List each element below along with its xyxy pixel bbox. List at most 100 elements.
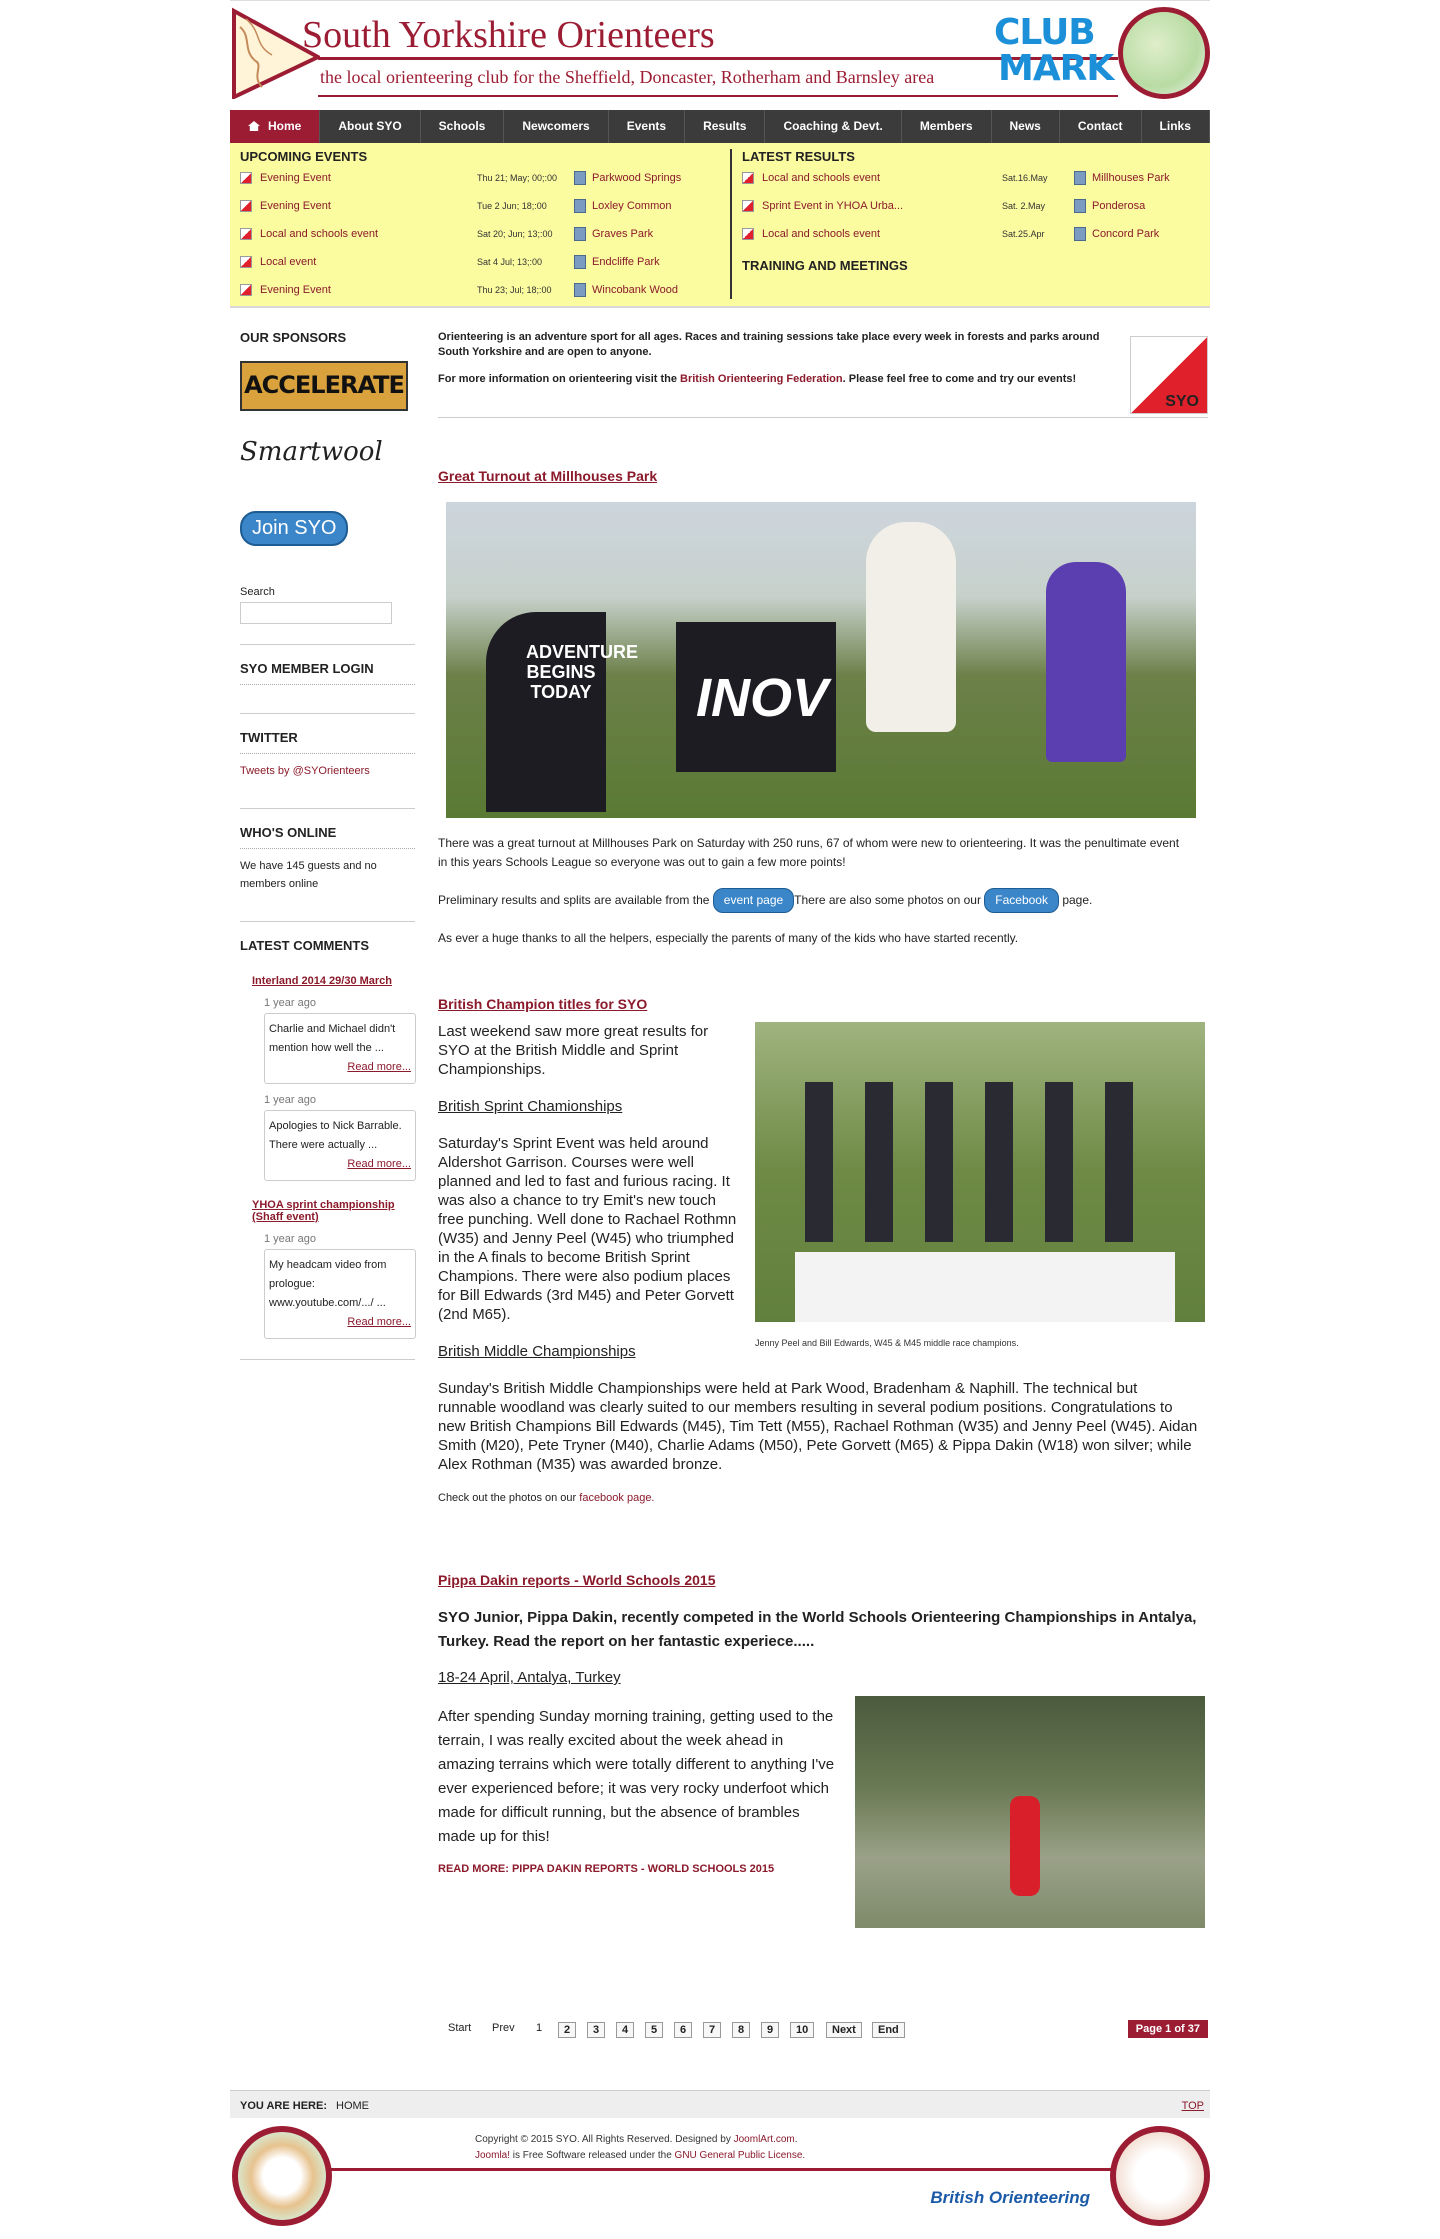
event-link[interactable]: Local and schools event — [260, 228, 378, 240]
training-title[interactable]: TRAINING AND MEETINGS — [742, 258, 1200, 273]
event-location[interactable]: Parkwood Springs — [592, 172, 681, 184]
nav-links[interactable]: Links — [1142, 110, 1210, 143]
read-more-link[interactable]: Read more... — [269, 1313, 411, 1332]
page-5[interactable]: 5 — [645, 2022, 664, 2038]
article-paragraph: There was a great turnout at Millhouses … — [438, 836, 1180, 869]
page-2[interactable]: 2 — [558, 2022, 577, 2038]
joomlart-link[interactable]: JoomlArt.com — [734, 2134, 795, 2145]
twitter-link[interactable]: Tweets by @SYOrienteers — [240, 765, 370, 777]
nav-events[interactable]: Events — [609, 110, 686, 143]
nav-news[interactable]: News — [992, 110, 1060, 143]
event-link[interactable]: Evening Event — [260, 284, 331, 296]
nav-contact[interactable]: Contact — [1060, 110, 1142, 143]
runner-girl — [1046, 562, 1126, 762]
clubmark-logo: CLUB MARK — [994, 12, 1114, 93]
event-row[interactable]: Local event Sat 4 Jul; 13;:00 Endcliffe Pa… — [240, 252, 715, 280]
facebook-button[interactable]: Facebook — [984, 888, 1059, 913]
comment-age: 1 year ago — [264, 1233, 316, 1245]
event-row[interactable]: Evening Event Tue 2 Jun; 18;:00 Loxley Com… — [240, 196, 715, 224]
read-more-link[interactable]: Read more... — [269, 1155, 411, 1174]
facebook-page-link[interactable]: facebook page. — [579, 1492, 654, 1504]
photos-text: There are also some photos on our — [794, 893, 985, 907]
sponsor-accelerate-logo[interactable]: ACCELERATE — [240, 361, 408, 411]
article-title[interactable]: Great Turnout at Millhouses Park — [438, 468, 1208, 484]
gpl-link[interactable]: GNU General Public License. — [675, 2150, 806, 2161]
read-more-link[interactable]: Read more... — [269, 1058, 411, 1077]
search-label: Search — [240, 586, 275, 598]
breadcrumb-home[interactable]: HOME — [336, 2100, 369, 2112]
control-flag-icon — [240, 228, 252, 240]
site-title[interactable]: South Yorkshire Orienteers — [302, 13, 715, 57]
page-text: page. — [1058, 893, 1093, 907]
nav-results[interactable]: Results — [685, 110, 766, 143]
page-end[interactable]: End — [872, 2022, 905, 2038]
page-count-badge: Page 1 of 37 — [1127, 2020, 1208, 2038]
result-row[interactable]: Local and schools event Sat.25.Apr Concord… — [742, 224, 1200, 252]
intro-text: Orienteering is an adventure sport for a… — [438, 331, 1100, 358]
result-link[interactable]: Sprint Event in YHOA Urba... — [762, 200, 903, 212]
nav-newcomers[interactable]: Newcomers — [504, 110, 609, 143]
page-start[interactable]: Start — [448, 2022, 471, 2034]
map-icon — [1074, 171, 1086, 185]
breadcrumb-label: YOU ARE HERE: — [240, 2100, 327, 2112]
photo-caption: Jenny Peel and Bill Edwards, W45 & M45 m… — [755, 1338, 1019, 1348]
latest-results: LATEST RESULTS Local and schools event Sa… — [730, 149, 1200, 299]
nav-coaching[interactable]: Coaching & Devt. — [765, 110, 902, 143]
event-location[interactable]: Loxley Common — [592, 200, 671, 212]
article-title[interactable]: British Champion titles for SYO — [438, 996, 1208, 1012]
event-link[interactable]: Local event — [260, 256, 316, 268]
result-link[interactable]: Local and schools event — [762, 228, 880, 240]
page-10[interactable]: 10 — [790, 2022, 815, 2038]
login-block: SYO MEMBER LOGIN — [240, 644, 415, 685]
event-row[interactable]: Local and schools event Sat 20; Jun; 13;:… — [240, 224, 715, 252]
clubmark-line1: CLUB — [994, 12, 1096, 53]
article-three-body: 18-24 April, Antalya, Turkey After spend… — [438, 1668, 1208, 1928]
page-current: 1 — [536, 2022, 543, 2034]
page-prev[interactable]: Prev — [492, 2022, 515, 2034]
nav-schools[interactable]: Schools — [421, 110, 505, 143]
nav-home[interactable]: Home — [230, 110, 321, 143]
nav-about[interactable]: About SYO — [320, 110, 421, 143]
result-row[interactable]: Local and schools event Sat.16.May Millhou… — [742, 168, 1200, 196]
page-7[interactable]: 7 — [703, 2022, 722, 2038]
search-input[interactable] — [240, 602, 392, 624]
sponsor-smartwool-logo[interactable]: Smartwool — [240, 431, 408, 481]
map-icon — [574, 227, 586, 241]
back-to-top-link[interactable]: TOP — [1182, 2100, 1204, 2112]
result-location[interactable]: Concord Park — [1092, 228, 1159, 240]
joomla-link[interactable]: Joomla! — [475, 2150, 510, 2161]
license-line: Joomla! is Free Software released under … — [475, 2148, 805, 2164]
bof-link[interactable]: British Orienteering Federation — [680, 373, 843, 385]
map-icon — [574, 199, 586, 213]
page-8[interactable]: 8 — [732, 2022, 751, 2038]
comment-article-link[interactable]: YHOA sprint championship (Shaff event) — [252, 1199, 415, 1223]
event-link[interactable]: Evening Event — [260, 200, 331, 212]
event-location[interactable]: Graves Park — [592, 228, 653, 240]
event-page-button[interactable]: event page — [712, 888, 795, 913]
page-next[interactable]: Next — [826, 2022, 862, 2038]
event-row[interactable]: Evening Event Thu 21; May; 00;:00 Parkwood… — [240, 168, 715, 196]
event-link[interactable]: Evening Event — [260, 172, 331, 184]
comment-article-link[interactable]: Interland 2014 29/30 March — [252, 975, 415, 987]
nav-members[interactable]: Members — [902, 110, 992, 143]
login-heading[interactable]: SYO MEMBER LOGIN — [240, 661, 415, 685]
event-location[interactable]: Endcliffe Park — [592, 256, 660, 268]
result-link[interactable]: Local and schools event — [762, 172, 880, 184]
result-location[interactable]: Ponderosa — [1092, 200, 1145, 212]
page-4[interactable]: 4 — [616, 2022, 635, 2038]
results-title: LATEST RESULTS — [742, 149, 855, 164]
control-flag-icon — [240, 172, 252, 184]
join-syo-button[interactable]: Join SYO — [240, 511, 349, 546]
pagination: Start Prev 1 2 3 4 5 6 7 8 9 10 Next End… — [438, 2018, 1208, 2042]
copyright-text: Copyright © 2015 SYO. All Rights Reserve… — [475, 2134, 734, 2145]
result-location[interactable]: Millhouses Park — [1092, 172, 1170, 184]
article-title[interactable]: Pippa Dakin reports - World Schools 2015 — [438, 1572, 1208, 1588]
british-orienteering-logo[interactable]: British Orienteering — [930, 2188, 1090, 2208]
page-9[interactable]: 9 — [761, 2022, 780, 2038]
result-row[interactable]: Sprint Event in YHOA Urba... Sat. 2.May Po… — [742, 196, 1200, 224]
event-row[interactable]: Evening Event Thu 23; Jul; 18;:00 Wincoban… — [240, 280, 715, 308]
event-location[interactable]: Wincobank Wood — [592, 284, 678, 296]
comment-box: Apologies to Nick Barrable. There were a… — [264, 1110, 416, 1181]
page-3[interactable]: 3 — [587, 2022, 606, 2038]
page-6[interactable]: 6 — [674, 2022, 693, 2038]
